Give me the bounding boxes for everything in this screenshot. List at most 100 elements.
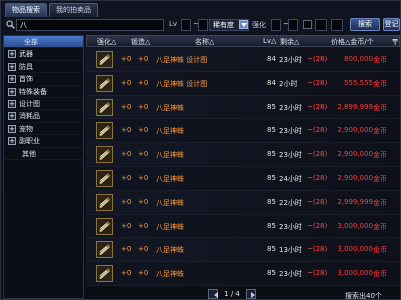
sale-count: ~(28) (307, 221, 328, 230)
search-input[interactable]: 八 (16, 19, 164, 31)
sidebar-item-subjob[interactable]: + 副职业 (4, 135, 83, 148)
price-unit: 金币 (373, 174, 387, 183)
header-name[interactable]: 名称△ (195, 37, 214, 47)
header-price[interactable]: 价格△金币/个 (331, 37, 374, 47)
sidebar-item-special-equipment[interactable]: + 特殊装备 (4, 86, 83, 98)
enhance-label: 强化 (252, 21, 266, 29)
sale-count: ~(28) (307, 55, 328, 63)
level-min-input[interactable] (181, 19, 191, 31)
table-row[interactable]: +0 +0 八足神蛛 85 22小时 ~(28) 2,999,999 金币 (86, 190, 400, 215)
header-enhance[interactable]: 强化△ (97, 37, 116, 47)
sidebar-item-all[interactable]: 全部 (4, 36, 83, 49)
expand-plus-icon[interactable]: + (8, 50, 16, 59)
enhance-value: +0 (121, 55, 132, 63)
spider-item-icon (96, 74, 113, 92)
sidebar-item-pets[interactable]: + 宠物 (4, 123, 83, 136)
price-value: 3,000,000 (337, 221, 373, 230)
expand-plus-icon[interactable]: + (8, 124, 16, 133)
sidebar-item-weapons[interactable]: + 武器 (4, 48, 83, 61)
table-row[interactable]: +0 +0 八足神蛛 85 13小时 ~(28) 3,000,000 金币 (86, 238, 400, 263)
item-level: 85 (267, 197, 276, 206)
result-count: 搜索出40个 (345, 292, 382, 300)
expand-plus-icon[interactable]: + (8, 75, 16, 84)
refine-value: +0 (138, 78, 149, 87)
expand-plus-icon[interactable]: + (8, 137, 16, 146)
sale-count: ~(28) (307, 269, 328, 278)
header-refine[interactable]: 锻造△ (131, 37, 150, 47)
price-value: 2,899,999 (337, 102, 373, 111)
enhance-value: +0 (121, 173, 132, 182)
prev-page-icon[interactable] (208, 288, 218, 299)
sale-count: ~(28) (307, 102, 328, 111)
refine-value: +0 (138, 173, 149, 182)
refine-checkbox[interactable] (303, 20, 312, 29)
sidebar-item-other[interactable]: 其他 (4, 148, 83, 160)
results-table: 强化△ 锻造△ 名称△ Lv△ 剩余△ 价格△金币/个 ╤ +0 +0 八足神蛛 设… (86, 35, 400, 286)
header-level[interactable]: Lv△ (263, 37, 276, 45)
sale-count: ~(28) (307, 126, 328, 135)
sidebar-item-accessories[interactable]: + 首饰 (4, 73, 83, 86)
header-time[interactable]: 剩余△ (280, 37, 299, 47)
sidebar-item-label: 副职业 (19, 137, 40, 146)
expand-plus-icon[interactable]: + (8, 62, 16, 71)
item-name: 八足神蛛 (156, 174, 184, 183)
enhance-value: +0 (121, 269, 132, 278)
table-row[interactable]: +0 +0 八足神蛛 85 23小时 ~(28) 2,900,000 金币 (86, 143, 400, 167)
sidebar-item-consumables[interactable]: + 消耗品 (4, 110, 83, 123)
enhance-value: +0 (121, 221, 132, 230)
table-row[interactable]: +0 +0 八足神蛛 85 23小时 ~(28) 2,900,000 金币 (86, 119, 400, 144)
spider-item-icon (96, 98, 113, 116)
sidebar-item-label: 武器 (19, 50, 33, 59)
time-left: 23小时 (279, 127, 302, 136)
sidebar-item-label: 全部 (24, 38, 38, 46)
expand-plus-icon[interactable]: + (8, 112, 16, 121)
table-row[interactable]: +0 +0 八足神蛛 85 23小时 ~(28) 3,000,000 金币 (86, 262, 400, 286)
sidebar-item-armor[interactable]: + 防具 (4, 61, 83, 74)
enhance-max-input[interactable] (288, 19, 298, 31)
sale-count: ~(28) (307, 245, 328, 254)
refine-value: +0 (138, 221, 149, 230)
chevron-down-icon[interactable] (239, 20, 248, 29)
search-button[interactable]: 搜索 (350, 18, 380, 31)
register-button[interactable]: 登记 (383, 18, 400, 31)
spider-item-icon (96, 241, 113, 259)
spider-item-icon (96, 217, 113, 235)
level-max-input[interactable] (198, 19, 208, 31)
price-unit: 金币 (373, 79, 387, 88)
pin-icon[interactable]: ╤ (390, 36, 400, 46)
refine-min-input[interactable] (315, 19, 327, 31)
sale-count: ~(28) (307, 78, 328, 87)
enhance-value: +0 (121, 78, 132, 87)
tab-bar: 物品搜索 我的拍卖品 (5, 3, 98, 17)
refine-value: +0 (138, 197, 149, 206)
magnifier-icon (6, 20, 15, 29)
tab-my-auctions[interactable]: 我的拍卖品 (49, 3, 98, 17)
refine-value: +0 (138, 102, 149, 111)
refine-value: +0 (138, 245, 149, 254)
expand-plus-icon[interactable]: + (8, 87, 16, 96)
price-value: 3,000,000 (337, 245, 373, 254)
table-row[interactable]: +0 +0 八足神蛛 85 24小时 ~(28) 2,900,000 金币 (86, 166, 400, 191)
sale-count: ~(28) (307, 197, 328, 206)
table-row[interactable]: +0 +0 八足神蛛 设计图 84 23小时 ~(28) 800,000 金币 (86, 48, 400, 72)
table-row[interactable]: +0 +0 八足神蛛 85 23小时 ~(28) 3,000,000 金币 (86, 214, 400, 239)
item-name: 八足神蛛 (156, 270, 184, 279)
next-page-icon[interactable] (246, 288, 256, 299)
item-level: 85 (267, 150, 276, 159)
table-body: +0 +0 八足神蛛 设计图 84 23小时 ~(28) 800,000 金币 +0 +0 八足神蛛… (86, 48, 400, 286)
sidebar-item-label: 设计图 (19, 99, 40, 108)
enhance-value: +0 (121, 197, 132, 206)
time-left: 2小时 (279, 79, 298, 88)
tab-item-search[interactable]: 物品搜索 (5, 3, 47, 17)
table-row[interactable]: +0 +0 八足神蛛 设计图 84 2小时 ~(28) 555,555 金币 (86, 71, 400, 96)
expand-plus-icon[interactable]: + (8, 99, 16, 108)
table-row[interactable]: +0 +0 八足神蛛 85 23小时 ~(28) 2,899,999 金币 (86, 95, 400, 120)
time-left: 23小时 (279, 103, 302, 112)
enhance-min-input[interactable] (271, 19, 281, 31)
spider-item-icon (96, 193, 113, 211)
spider-item-icon (96, 122, 113, 140)
category-sidebar: 全部 + 武器 + 防具 + 首饰 + 特殊装备 + 设计图 + 消耗品 + 宠物 + 副职业 … (3, 35, 84, 299)
sidebar-item-blueprints[interactable]: + 设计图 (4, 98, 83, 111)
refine-value: +0 (138, 126, 149, 135)
refine-max-input[interactable] (331, 19, 343, 31)
